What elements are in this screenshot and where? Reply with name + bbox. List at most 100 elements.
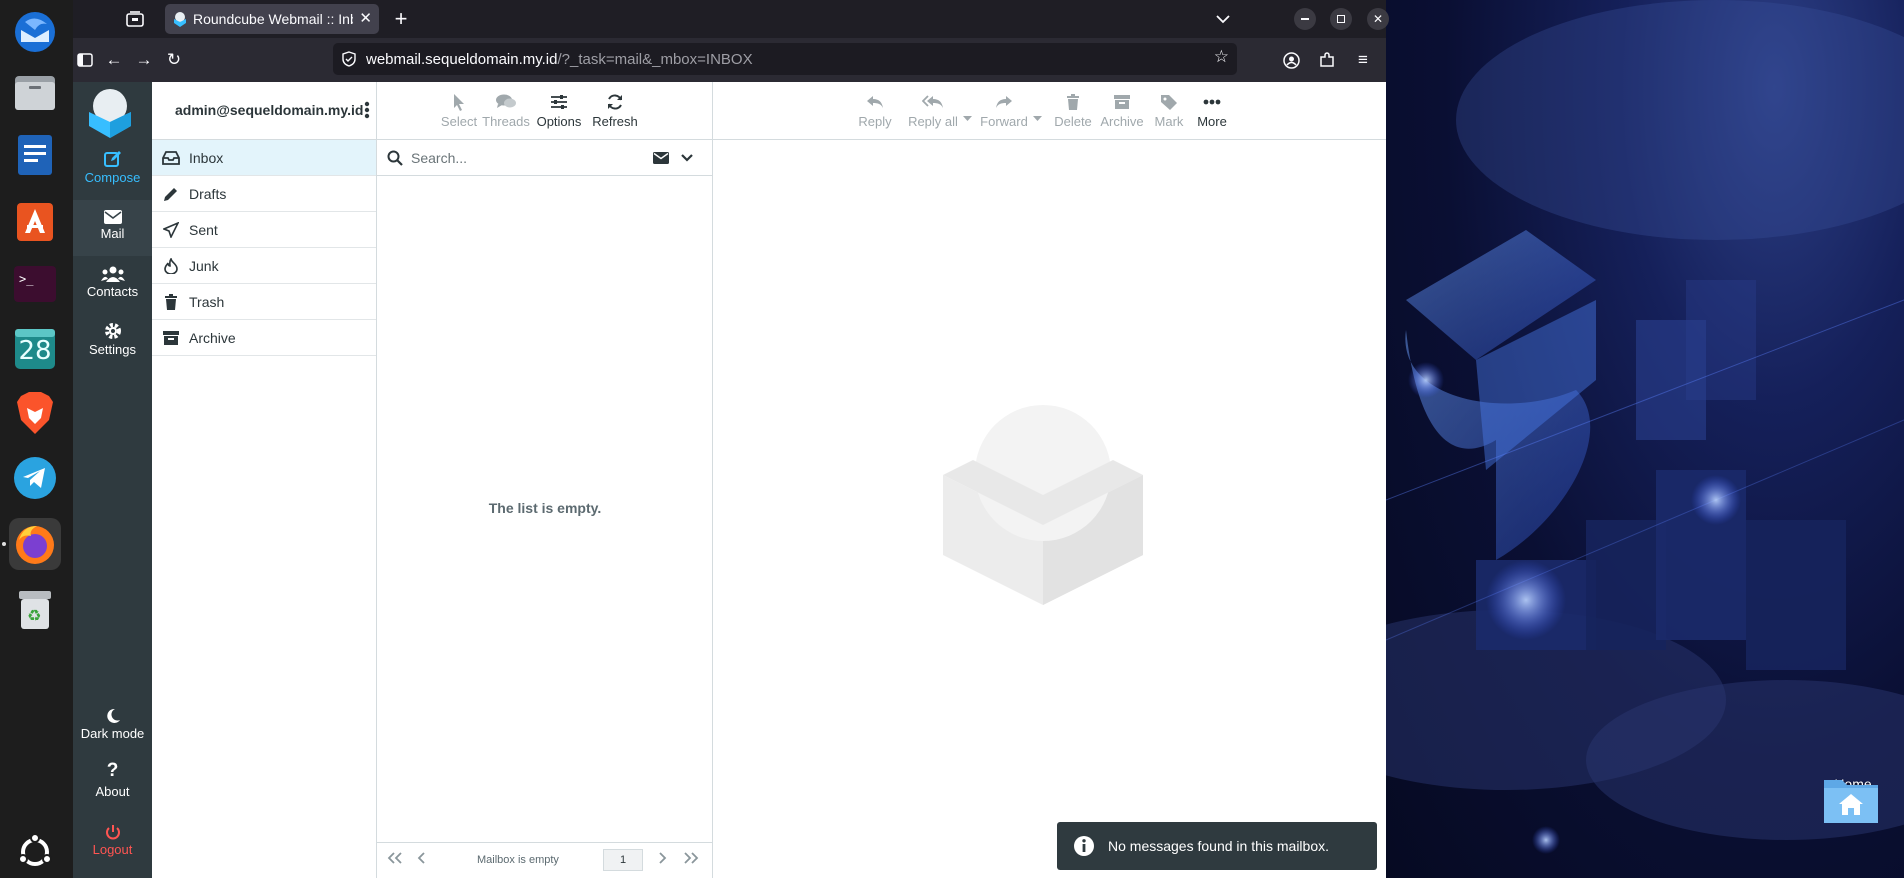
address-bar[interactable]: webmail.sequeldomain.my.id/?_task=mail&_… (333, 43, 1237, 75)
task-contacts[interactable]: Contacts (73, 258, 152, 314)
bookmark-star-icon[interactable]: ☆ (1214, 47, 1229, 67)
account-menu-icon[interactable] (364, 100, 370, 125)
browser-tab-active[interactable]: Roundcube Webmail :: Inbox ✕ (165, 4, 379, 34)
question-mark-icon: ? (106, 760, 119, 781)
list-options-button[interactable]: Options (533, 90, 585, 134)
dock-show-apps[interactable] (9, 826, 61, 878)
task-dark-mode-label: Dark mode (80, 726, 145, 741)
last-page-icon[interactable] (683, 852, 699, 867)
task-dark-mode[interactable]: Dark mode (73, 700, 152, 756)
reply-all-button[interactable]: Reply all (903, 90, 963, 134)
firefox-view-button[interactable] (121, 5, 149, 33)
archive-button[interactable]: Archive (1097, 90, 1147, 134)
folder-drafts[interactable]: Drafts (152, 176, 376, 212)
close-window-button[interactable]: ✕ (1364, 5, 1392, 33)
minimize-window-button[interactable] (1291, 5, 1319, 33)
navigation-toolbar: ← → ↻ webmail.sequeldomain.my.id/?_task=… (73, 38, 1386, 82)
folder-inbox[interactable]: Inbox (152, 140, 376, 176)
desktop-home-folder[interactable]: Home (1822, 772, 1884, 852)
tab-title: Roundcube Webmail :: Inbox (193, 11, 353, 27)
mark-label: Mark (1154, 114, 1184, 129)
power-icon (105, 825, 120, 840)
message-list-footer: Mailbox is empty 1 (377, 842, 713, 878)
folder-label: Archive (189, 329, 236, 346)
fire-icon (163, 257, 178, 274)
back-button[interactable]: ← (100, 46, 128, 74)
dock-brave[interactable] (9, 387, 61, 439)
roundcube-logo-icon (89, 89, 131, 138)
account-button[interactable] (1277, 46, 1305, 74)
moon-icon (106, 708, 120, 723)
reply-icon (867, 96, 883, 108)
delete-label: Delete (1054, 114, 1092, 129)
refresh-button[interactable]: Refresh (585, 90, 645, 134)
app-menu-button[interactable]: ≡ (1349, 46, 1377, 74)
previous-page-icon[interactable] (417, 852, 427, 867)
folder-trash[interactable]: Trash (152, 284, 376, 320)
forward-button[interactable]: Forward (979, 90, 1029, 134)
app-center-icon (17, 203, 53, 241)
folder-panel: admin@sequeldomain.my.id Inbox Drafts Se… (152, 82, 377, 878)
dock-telegram[interactable] (9, 452, 61, 504)
task-about-label: About (95, 784, 130, 799)
contacts-users-icon (100, 266, 125, 282)
task-about[interactable]: ? About (73, 758, 152, 814)
folder-label: Sent (189, 221, 218, 238)
trash-icon (1067, 94, 1079, 110)
search-input[interactable] (411, 147, 631, 169)
envelope-icon (103, 210, 122, 224)
forward-dropdown-icon[interactable] (1033, 108, 1042, 126)
reply-label: Reply (858, 114, 892, 129)
folder-sent[interactable]: Sent (152, 212, 376, 248)
search-options-chevron-icon[interactable] (681, 154, 693, 162)
forward-button[interactable]: → (130, 46, 158, 74)
mark-button[interactable]: Mark (1149, 90, 1189, 134)
dock-writer[interactable] (9, 129, 61, 181)
dock-terminal[interactable]: >_ (9, 258, 61, 310)
hamburger-menu-icon: ≡ (1358, 50, 1368, 69)
dock-thunderbird[interactable] (9, 6, 61, 58)
account-username: admin@sequeldomain.my.id (175, 102, 364, 118)
extensions-button[interactable] (1313, 46, 1341, 74)
folder-archive[interactable]: Archive (152, 320, 376, 356)
firefox-view-icon (126, 11, 144, 27)
archive-icon (162, 330, 179, 345)
tag-icon (1161, 95, 1177, 110)
task-logout[interactable]: Logout (73, 816, 152, 872)
roundcube-logo[interactable] (83, 86, 141, 138)
plus-icon: + (394, 6, 408, 31)
folder-junk[interactable]: Junk (152, 248, 376, 284)
dock-app-center[interactable] (9, 195, 61, 247)
dock-calendar[interactable]: 28 (9, 323, 61, 375)
dock-trash[interactable]: ♻ (9, 583, 61, 635)
task-settings[interactable]: Settings (73, 316, 152, 372)
more-button[interactable]: More (1191, 90, 1233, 134)
ubuntu-dock: >_ 28 ♻ (0, 0, 73, 878)
task-compose[interactable]: Compose (73, 144, 152, 200)
reply-all-dropdown-icon[interactable] (963, 108, 972, 126)
sidebar-icon (77, 53, 93, 67)
page-number-input[interactable]: 1 (603, 849, 643, 871)
reply-button[interactable]: Reply (855, 90, 895, 134)
maximize-icon (1330, 8, 1352, 30)
next-page-icon[interactable] (657, 852, 667, 867)
select-button[interactable]: Select (439, 90, 479, 134)
close-tab-icon[interactable]: ✕ (359, 9, 372, 27)
first-page-icon[interactable] (387, 852, 403, 867)
list-all-tabs-button[interactable] (1209, 5, 1237, 33)
sidebar-toggle-button[interactable] (71, 46, 99, 74)
task-mail[interactable]: Mail (73, 200, 152, 256)
reload-button[interactable]: ↻ (160, 46, 188, 74)
delete-button[interactable]: Delete (1051, 90, 1095, 134)
folder-label: Trash (189, 293, 225, 310)
maximize-window-button[interactable] (1327, 5, 1355, 33)
dock-firefox[interactable] (9, 518, 61, 570)
dock-files[interactable] (9, 66, 61, 118)
search-scope-envelope-icon[interactable] (653, 152, 669, 164)
task-mail-label: Mail (100, 226, 125, 241)
roundcube-app: Compose Mail Contacts Settings Dark mode… (73, 82, 1386, 878)
folder-label: Junk (189, 257, 219, 274)
new-tab-button[interactable]: + (387, 5, 415, 33)
telegram-icon (14, 457, 56, 499)
threads-button[interactable]: Threads (479, 90, 533, 134)
